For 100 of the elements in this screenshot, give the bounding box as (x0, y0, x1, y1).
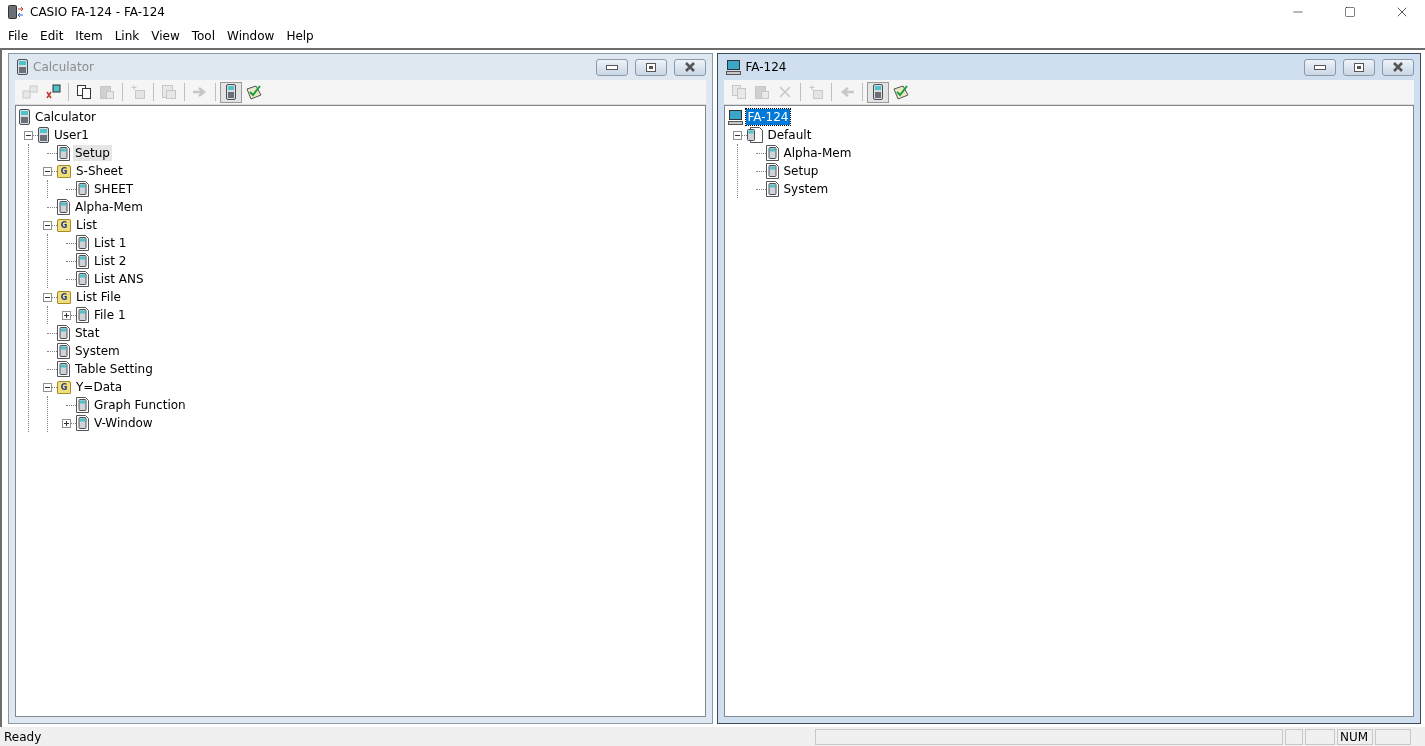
tree-item[interactable]: SHEET (92, 181, 136, 197)
calculator-icon (38, 127, 49, 143)
tree-item[interactable]: List File (74, 289, 123, 305)
menu-item[interactable]: Item (69, 27, 109, 45)
close-icon (683, 62, 696, 72)
copy-icon (76, 84, 92, 100)
status-pane (1375, 728, 1411, 745)
close-button[interactable] (1382, 58, 1414, 76)
collapse-toggle[interactable] (43, 166, 52, 176)
plus-icon (63, 419, 70, 427)
paste-icon (99, 84, 115, 100)
calculator-file-icon (765, 145, 779, 161)
calculator-icon (223, 84, 239, 100)
tree-item[interactable]: S-Sheet (74, 163, 125, 179)
tree-item[interactable]: List 1 (92, 235, 129, 251)
tree-item[interactable]: Default (765, 127, 814, 143)
calculator-file-icon (76, 235, 89, 251)
menu-item[interactable]: Link (108, 27, 146, 45)
copy-icon (730, 84, 747, 100)
right-arrow-icon (192, 84, 208, 100)
tree-item[interactable]: Graph Function (92, 397, 188, 413)
document-calculator-icon (746, 127, 763, 143)
group-folder-icon: G (57, 380, 71, 394)
collapse-toggle[interactable] (43, 220, 52, 230)
toolbar-button[interactable] (220, 81, 242, 103)
expand-toggle[interactable] (62, 418, 71, 428)
tree-item[interactable]: Alpha-Mem (73, 199, 145, 215)
status-pane (1285, 728, 1303, 745)
menu-item[interactable]: View (145, 27, 186, 45)
tree-item[interactable]: Setup (73, 145, 112, 161)
expand-toggle[interactable] (62, 310, 71, 320)
tree-item[interactable]: V-Window (92, 415, 155, 431)
menu-item[interactable]: Edit (34, 27, 70, 45)
calculator-file-icon (57, 343, 70, 359)
close-icon (1392, 62, 1404, 72)
tree-item[interactable]: List (74, 217, 99, 233)
tree-item[interactable]: File 1 (92, 307, 128, 323)
new-item-icon (807, 84, 824, 100)
calculator-file-icon (76, 307, 89, 323)
calculator-file-icon (76, 181, 89, 197)
close-button[interactable] (673, 58, 706, 76)
maximize-icon (1344, 6, 1356, 18)
paste-icon (753, 84, 770, 100)
group-folder-icon: G (57, 164, 71, 178)
tree-item[interactable]: System (73, 343, 122, 359)
new-item-icon (130, 84, 146, 100)
status-text: Ready (3, 729, 43, 744)
collapse-toggle[interactable] (43, 292, 52, 302)
minimize-icon (605, 64, 618, 70)
window-title: CASIO FA-124 - FA-124 (30, 5, 166, 19)
tree-item[interactable]: List ANS (92, 271, 146, 287)
restore-button[interactable] (634, 58, 667, 76)
calculator-file-icon (76, 271, 89, 287)
tree-item[interactable]: List 2 (92, 253, 129, 269)
restore-icon (1354, 62, 1364, 72)
status-indicator: NUM (1337, 728, 1373, 745)
transfer-icon (22, 84, 38, 100)
tree-item[interactable]: User1 (52, 127, 91, 143)
menu-item[interactable]: Help (280, 27, 320, 45)
checklist-icon (246, 84, 262, 100)
menu-item[interactable]: File (2, 27, 35, 45)
group-folder-icon: G (57, 218, 71, 232)
menu-item[interactable]: Window (221, 27, 281, 45)
computer-icon (727, 109, 743, 125)
checklist-icon (892, 84, 909, 100)
toolbar-button[interactable] (866, 81, 889, 103)
plus-icon (63, 311, 70, 319)
child-window-title: FA-124 (745, 60, 788, 74)
collapse-toggle[interactable] (732, 130, 742, 140)
computer-icon (725, 59, 741, 75)
calculator-file-icon (57, 361, 70, 377)
group-folder-icon: G (57, 290, 71, 304)
calculator-file-icon (57, 199, 70, 215)
calculator-file-icon (76, 397, 89, 413)
picture-icon (161, 84, 177, 100)
tree-item[interactable]: Calculator (33, 109, 98, 125)
calculator-icon (19, 109, 30, 125)
tree-item[interactable]: Y=Data (74, 379, 125, 395)
calculator-icon (17, 59, 28, 75)
minimize-button[interactable] (1304, 58, 1336, 76)
tree-item[interactable]: System (781, 181, 831, 197)
calculator-file-icon (57, 325, 70, 341)
tree-item[interactable]: Setup (781, 163, 821, 179)
restore-button[interactable] (1343, 58, 1375, 76)
minimize-button[interactable] (595, 58, 628, 76)
minimize-icon (1314, 64, 1326, 70)
collapse-toggle[interactable] (24, 130, 33, 140)
delete-icon (776, 84, 793, 100)
calculator-file-icon (76, 253, 89, 269)
tree-item[interactable]: Table Setting (73, 361, 155, 377)
status-pane (1305, 728, 1335, 745)
calculator-file-icon (765, 163, 779, 179)
menu-item[interactable]: Tool (185, 27, 222, 45)
calculator-file-icon (76, 415, 89, 431)
tree-item[interactable]: FA-124 (745, 109, 791, 125)
child-window-title: Calculator (33, 60, 95, 74)
calculator-file-icon (765, 181, 779, 197)
tree-item[interactable]: Alpha-Mem (781, 145, 854, 161)
tree-item[interactable]: Stat (73, 325, 102, 341)
collapse-toggle[interactable] (43, 382, 52, 392)
